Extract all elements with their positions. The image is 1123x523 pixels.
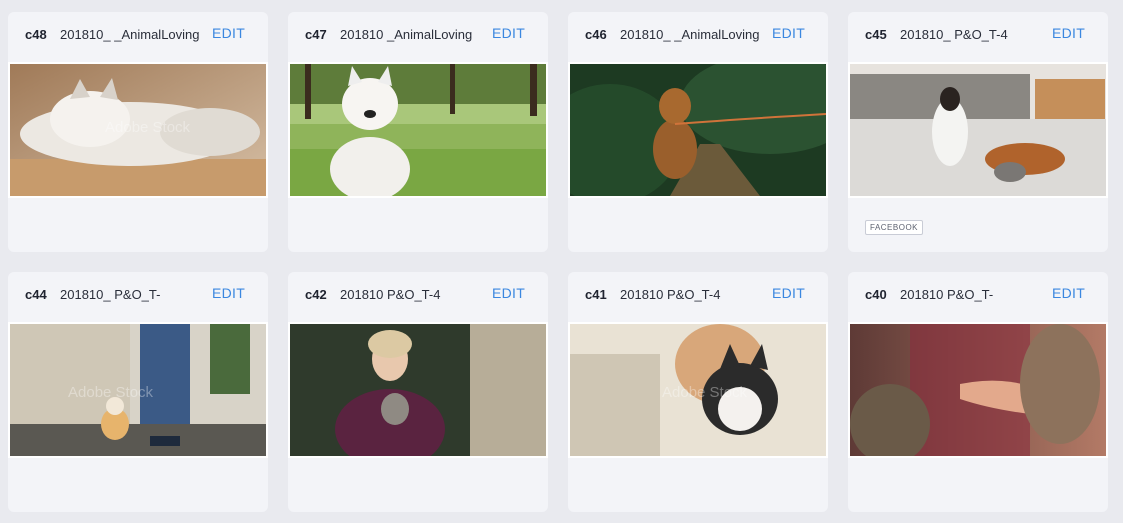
stock-watermark: Adobe Stock <box>68 384 154 401</box>
creative-card[interactable]: c42 201810 P&O_T-4 EDIT <box>288 272 548 512</box>
creative-card[interactable]: c45 201810_ P&O_T-4 EDIT FACEBOOK <box>848 12 1108 252</box>
card-name: 201810_ _AnimalLoving <box>620 27 760 42</box>
card-name: 201810 P&O_T- <box>900 287 994 302</box>
cat-porch-image[interactable]: Adobe Stock <box>10 324 266 456</box>
thumbnail-frame <box>568 62 828 198</box>
edit-button[interactable]: EDIT <box>212 285 245 301</box>
edit-button[interactable]: EDIT <box>492 285 525 301</box>
thumbnail-frame <box>288 62 548 198</box>
thumbnail-frame <box>848 322 1108 458</box>
card-name: 201810_ _AnimalLoving <box>60 27 200 42</box>
creative-card[interactable]: c41 201810 P&O_T-4 EDIT Adobe Stock <box>568 272 828 512</box>
stock-watermark: Adobe Stock <box>662 384 748 401</box>
woman-husky-image[interactable]: Adobe Stock <box>570 324 826 456</box>
edit-button[interactable]: EDIT <box>492 25 525 41</box>
creative-card[interactable]: c44 201810_ P&O_T- EDIT Adobe Stock <box>8 272 268 512</box>
creative-card[interactable]: c40 201810 P&O_T- EDIT <box>848 272 1108 512</box>
thumbnail-frame <box>288 322 548 458</box>
edit-button[interactable]: EDIT <box>772 25 805 41</box>
card-id: c40 <box>865 287 887 302</box>
edit-button[interactable]: EDIT <box>1052 25 1085 41</box>
card-name: 201810 _AnimalLoving <box>340 27 473 42</box>
thumbnail-frame <box>848 62 1108 198</box>
edit-button[interactable]: EDIT <box>1052 285 1085 301</box>
thumbnail-frame: Adobe Stock <box>8 62 268 198</box>
thumbnail-frame: Adobe Stock <box>8 322 268 458</box>
edit-button[interactable]: EDIT <box>212 25 245 41</box>
card-id: c42 <box>305 287 327 302</box>
card-id: c44 <box>25 287 47 302</box>
woman-holding-kitten-image[interactable] <box>290 324 546 456</box>
cat-sleeping-image[interactable]: Adobe Stock <box>10 64 266 196</box>
card-id: c48 <box>25 27 47 42</box>
creative-card[interactable]: c47 201810 _AnimalLoving EDIT <box>288 12 548 252</box>
card-id: c47 <box>305 27 327 42</box>
edit-button[interactable]: EDIT <box>772 285 805 301</box>
card-name: 201810_ P&O_T- <box>60 287 161 302</box>
woman-reading-dogs-image[interactable] <box>850 64 1106 196</box>
card-id: c41 <box>585 287 607 302</box>
platform-tag: FACEBOOK <box>865 220 924 235</box>
card-name: 201810 P&O_T-4 <box>620 287 721 302</box>
creative-card[interactable]: c48 201810_ _AnimalLoving EDIT Adobe Sto… <box>8 12 268 252</box>
card-name: 201810_ P&O_T-4 <box>900 27 1008 42</box>
creative-card[interactable]: c46 201810_ _AnimalLoving EDIT <box>568 12 828 252</box>
card-name: 201810 P&O_T-4 <box>340 287 441 302</box>
hand-paw-image[interactable] <box>850 324 1106 456</box>
card-id: c46 <box>585 27 607 42</box>
white-dog-image[interactable] <box>290 64 546 196</box>
stock-watermark: Adobe Stock <box>105 119 191 136</box>
spaniel-dog-image[interactable] <box>570 64 826 196</box>
thumbnail-frame: Adobe Stock <box>568 322 828 458</box>
card-id: c45 <box>865 27 887 42</box>
